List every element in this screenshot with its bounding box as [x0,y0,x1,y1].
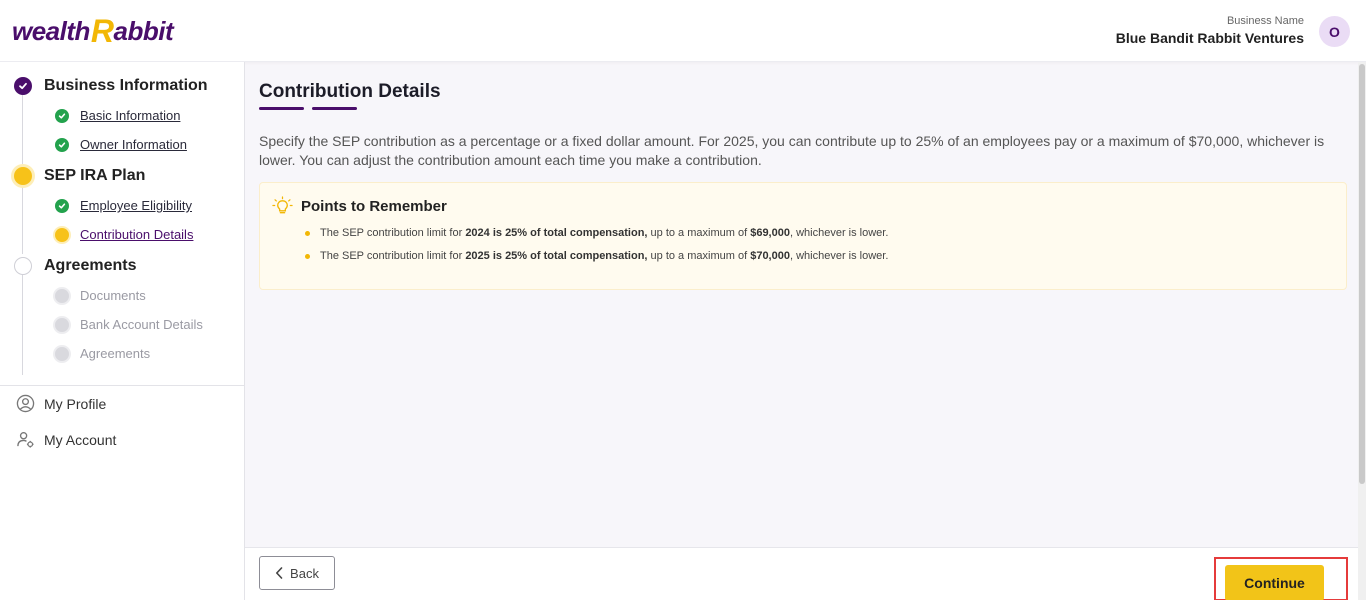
lightbulb-icon [272,196,293,214]
sidebar-item-agreements: Agreements [55,346,150,361]
nav-my-profile[interactable]: My Profile [16,394,106,413]
step-label: Agreements [44,257,137,274]
page-title: Contribution Details [259,81,441,102]
pending-dot-icon [55,288,69,303]
sidebar: Business Information Basic Information O… [0,62,245,600]
points-to-remember-card: Points to Remember The SEP contribution … [259,182,1347,290]
scrollbar-thumb[interactable] [1359,64,1365,484]
continue-button[interactable]: Continue [1225,565,1324,600]
chevron-left-icon [276,567,283,579]
title-underline [312,107,357,110]
active-step-icon [14,167,32,185]
sidebar-item-label: Agreements [80,346,151,361]
pending-dot-icon [55,317,69,332]
active-dot-icon [55,227,69,242]
step-connector [22,275,23,375]
user-circle-icon [16,394,35,413]
sidebar-item-basic-information[interactable]: Basic Information [55,108,180,123]
step-label: Business Information [44,77,208,94]
business-info: Business Name Blue Bandit Rabbit Venture… [1116,15,1304,46]
point-item: The SEP contribution limit for 2024 is 2… [305,227,888,239]
sidebar-item-label: Employee Eligibility [80,198,192,213]
check-circle-icon [14,77,32,95]
wealthrabbit-logo[interactable]: wealth Rabbit [12,12,174,49]
main-content: Contribution Details Specify the SEP con… [245,62,1358,547]
sidebar-item-owner-information[interactable]: Owner Information [55,137,187,152]
avatar[interactable]: O [1319,16,1350,47]
sidebar-divider [0,385,244,386]
step-sep-ira-plan[interactable]: SEP IRA Plan [14,167,145,185]
user-gear-icon [17,431,34,448]
sidebar-item-bank-account-details: Bank Account Details [55,317,203,332]
logo-text-wealth: wealth [12,15,90,46]
contribution-description: Specify the SEP contribution as a percen… [259,133,1325,168]
title-underline [259,107,304,110]
sidebar-item-label: Documents [80,288,146,303]
sidebar-item-documents: Documents [55,288,146,303]
check-circle-icon [55,108,69,123]
business-name-label: Business Name [1226,15,1304,27]
sidebar-item-label: Basic Information [80,108,181,123]
business-name: Blue Bandit Rabbit Ventures [1115,30,1304,46]
step-label: SEP IRA Plan [44,167,146,184]
continue-wrapper: Continue [1216,559,1346,600]
bullet-dot [305,253,310,259]
sidebar-item-label: Owner Information [80,137,187,152]
check-circle-icon [55,137,69,152]
footer-bar: Back Continue [245,547,1358,600]
nav-label: My Account [44,431,117,448]
check-circle-icon [55,198,69,213]
point-text: The SEP contribution limit for 2024 is 2… [320,227,889,239]
empty-circle-icon [14,257,32,275]
sidebar-item-label: Bank Account Details [80,317,203,332]
nav-label: My Profile [44,395,107,412]
sidebar-item-label: Contribution Details [80,227,194,242]
back-button[interactable]: Back [259,556,335,590]
sidebar-item-contribution-details[interactable]: Contribution Details [55,227,193,242]
back-label: Back [290,565,319,581]
sidebar-item-employee-eligibility[interactable]: Employee Eligibility [55,198,192,213]
points-header: Points to Remember [272,196,447,217]
bullet-dot [305,230,310,236]
logo-text-abbit: abbit [113,15,174,46]
logo-text-r: R [90,12,114,49]
top-header: wealth Rabbit Business Name Blue Bandit R… [0,0,1366,62]
step-connector [22,185,23,254]
step-agreements[interactable]: Agreements [14,257,136,275]
points-title: Points to Remember [301,198,447,215]
pending-dot-icon [55,346,69,361]
step-connector [22,95,23,164]
nav-my-account[interactable]: My Account [16,430,116,449]
step-business-information[interactable]: Business Information [14,77,208,95]
point-item: The SEP contribution limit for 2025 is 2… [305,250,888,262]
point-text: The SEP contribution limit for 2025 is 2… [320,250,889,262]
